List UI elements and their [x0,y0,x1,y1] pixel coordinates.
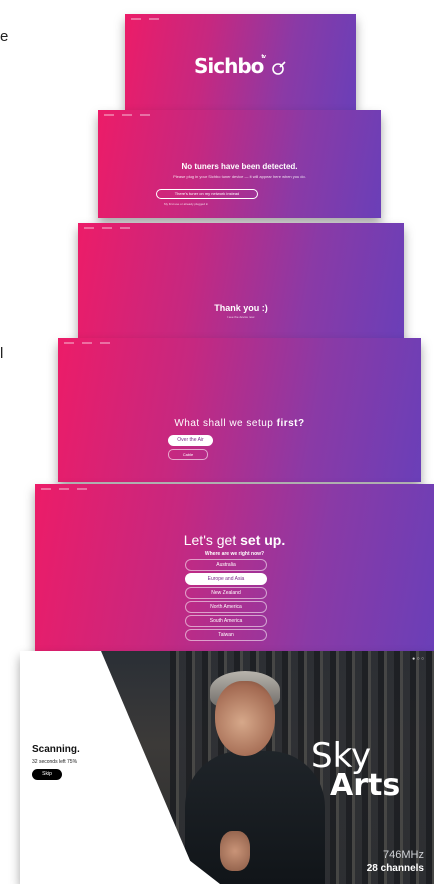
no-tuners-screen: No tuners have been detected. Please plu… [98,110,381,218]
channel-logo-line2: Arts [330,768,401,803]
region-option[interactable]: New Zealand [185,587,267,599]
page-title: Thank you :) [214,303,268,313]
satellite-dish-icon [272,60,286,75]
region-option-selected[interactable]: Europe and Asia [185,573,267,585]
region-option[interactable]: Australia [185,559,267,571]
cable-option[interactable]: Cable [168,449,208,460]
description: I see the device now. [226,315,256,319]
splash-screen: Sichbotv [125,14,356,110]
title-bar [64,341,415,347]
over-the-air-option[interactable]: Over the Air [168,435,213,446]
page-title: No tuners have been detected. [181,162,298,171]
window-controls-icon[interactable]: ● ○ ○ [412,656,424,662]
cropped-text-mid: l [0,345,4,362]
scan-status: 32 seconds left 75% [32,759,78,765]
region-option[interactable]: South America [185,615,267,627]
region-select-screen: Let's get set up. Where are we right now… [35,484,434,654]
presenter-image [185,671,325,884]
title-bar [41,487,428,493]
title-bar [131,17,350,23]
scanning-title: Scanning. [32,744,80,755]
setup-type-screen: What shall we setup first? Over the Air … [58,338,421,482]
scanning-screen: ● ○ ○ Scanning. 32 seconds left 75% Skip… [20,651,434,884]
app-logo: Sichbotv [125,54,356,78]
page-title: Let's get set up. [183,532,286,548]
question: Where are we right now? [204,551,265,557]
title-bar [84,226,398,232]
help-link[interactable]: My first use or already plugged in [164,202,208,206]
channel-count: 28 channels [366,863,424,874]
region-option[interactable]: North America [185,601,267,613]
frequency-readout: 746MHz [383,849,424,861]
title-bar [104,113,375,119]
page-title: What shall we setup first? [174,418,305,429]
description: Please plug in your Sichbo tuner device … [173,174,306,179]
region-option[interactable]: Taiwan [185,629,267,641]
network-tuner-button[interactable]: There's tuner on my network instead [156,189,258,199]
cropped-text-top: e [0,28,9,45]
thank-you-screen: Thank you :) I see the device now. [78,223,404,340]
skip-button[interactable]: Skip [32,769,62,780]
